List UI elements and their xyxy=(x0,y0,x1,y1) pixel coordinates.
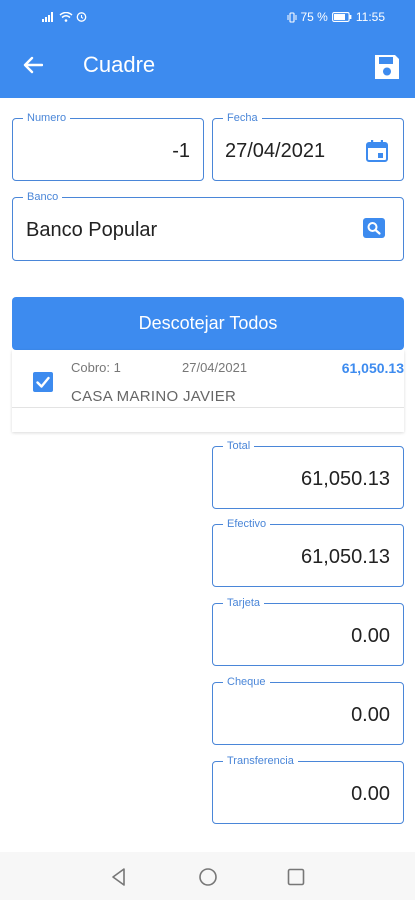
alarm-icon xyxy=(76,12,87,22)
item-date: 27/04/2021 xyxy=(182,360,248,375)
descotejar-todos-button[interactable]: Descotejar Todos xyxy=(12,297,404,350)
status-time: 11:55 xyxy=(355,10,385,24)
checkmark-icon xyxy=(36,376,50,388)
efectivo-label: Efectivo xyxy=(223,517,271,531)
system-nav-bar xyxy=(0,852,415,900)
app-bar: 75 % 11:55 Cuadre xyxy=(0,0,415,98)
fecha-value: 27/04/2021 xyxy=(225,140,326,162)
tarjeta-value: 0.00 xyxy=(351,625,390,647)
status-icons-left xyxy=(42,11,87,22)
signal-icon xyxy=(42,11,53,22)
efectivo-field[interactable]: Efectivo 61,050.13 xyxy=(212,517,404,587)
cheque-value: 0.00 xyxy=(351,704,390,726)
efectivo-value: 61,050.13 xyxy=(301,546,390,568)
tarjeta-field[interactable]: Tarjeta 0.00 xyxy=(212,596,404,666)
back-button[interactable] xyxy=(18,50,48,80)
fecha-label: Fecha xyxy=(223,111,262,125)
back-triangle-icon[interactable] xyxy=(108,866,130,888)
transferencia-value: 0.00 xyxy=(351,783,390,805)
cheque-field[interactable]: Cheque 0.00 xyxy=(212,675,404,745)
banco-value: Banco Popular xyxy=(26,219,158,241)
item-checkbox[interactable] xyxy=(33,372,53,392)
transferencia-field[interactable]: Transferencia 0.00 xyxy=(212,754,404,824)
page-title: Cuadre xyxy=(83,52,156,77)
calendar-icon[interactable] xyxy=(365,139,389,163)
battery-percent: 75 % xyxy=(300,10,328,24)
total-value: 61,050.13 xyxy=(301,468,390,490)
search-icon[interactable] xyxy=(363,218,385,238)
save-button[interactable] xyxy=(372,52,402,82)
status-icons-right: 75 % 11:55 xyxy=(287,10,385,24)
wifi-icon xyxy=(59,11,73,22)
banco-label: Banco xyxy=(23,190,63,204)
transferencia-label: Transferencia xyxy=(223,754,298,768)
tarjeta-label: Tarjeta xyxy=(223,596,265,610)
home-circle-icon[interactable] xyxy=(197,866,219,888)
battery-icon xyxy=(331,12,352,22)
numero-value: -1 xyxy=(172,140,190,162)
item-amount: 61,050.13 xyxy=(341,360,404,376)
numero-field[interactable]: Numero -1 xyxy=(12,111,204,181)
status-bar: 75 % 11:55 xyxy=(0,0,415,34)
cheque-label: Cheque xyxy=(223,675,270,689)
floppy-disk-icon xyxy=(375,55,399,79)
total-label: Total xyxy=(223,439,255,453)
vibrate-icon xyxy=(287,11,296,23)
numero-label: Numero xyxy=(23,111,71,125)
arrow-left-icon xyxy=(23,56,43,74)
list-divider xyxy=(12,407,404,408)
item-cobro: Cobro: 1 xyxy=(71,360,121,375)
fecha-field[interactable]: Fecha 27/04/2021 xyxy=(212,111,404,181)
total-field[interactable]: Total 61,050.13 xyxy=(212,439,404,509)
recents-square-icon[interactable] xyxy=(285,866,307,888)
cobros-list: Cobro: 1 27/04/2021 61,050.13 CASA MARIN… xyxy=(12,350,404,432)
toolbar: Cuadre xyxy=(0,34,415,98)
item-client: CASA MARINO JAVIER xyxy=(71,388,237,405)
banco-field[interactable]: Banco Banco Popular xyxy=(12,190,404,261)
